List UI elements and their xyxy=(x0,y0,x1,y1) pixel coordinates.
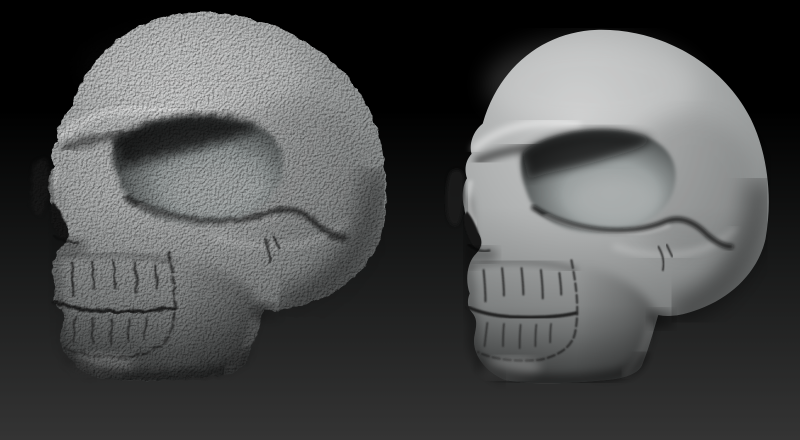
viewport-canvas[interactable] xyxy=(0,0,800,440)
rough-skull-render xyxy=(12,6,390,398)
smooth-skull-render xyxy=(430,24,772,400)
